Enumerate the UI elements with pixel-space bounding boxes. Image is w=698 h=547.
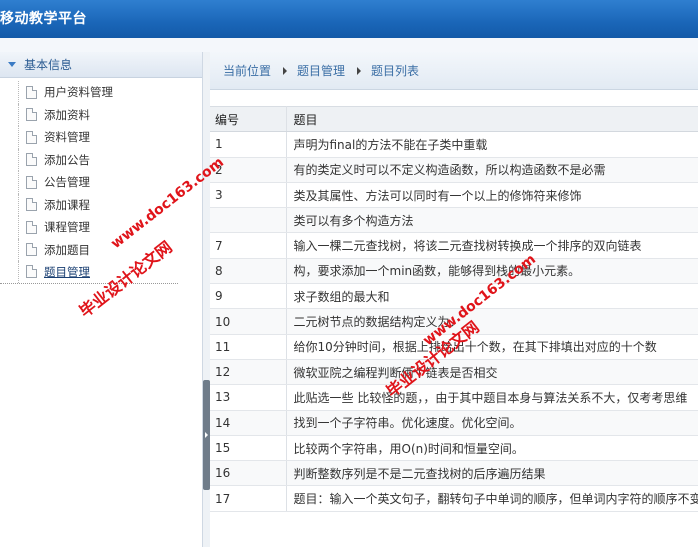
table-row[interactable]: 13 此贴选一些 比较怪的题，，由于其中题目本身与算法关系不大，仅考考思维 bbox=[210, 384, 698, 411]
table-row[interactable]: 16 判断整数序列是不是二元查找树的后序遍历结果 bbox=[210, 460, 698, 487]
cell-number: 3 bbox=[210, 182, 287, 209]
main-content: 当前位置 题目管理 题目列表 编号 题目 1 声明为final的方法不能在子类中重… bbox=[210, 52, 698, 547]
table-row[interactable]: 15 比较两个字符串，用O(n)时间和恒量空间。 bbox=[210, 435, 698, 462]
cell-number: 13 bbox=[210, 384, 287, 411]
cell-question: 构，要求添加一个min函数，能够得到栈的最小元素。 bbox=[286, 258, 698, 285]
table-row[interactable]: 3 类及其属性、方法可以同时有一个以上的修饰符来修饰 bbox=[210, 182, 698, 209]
cell-number bbox=[210, 207, 287, 234]
sidebar-item-label: 添加课程 bbox=[44, 197, 90, 212]
table-row[interactable]: 14 找到一个子字符串。优化速度。优化空间。 bbox=[210, 410, 698, 436]
cell-number: 9 bbox=[210, 283, 287, 310]
breadcrumb-arrow-icon bbox=[283, 66, 288, 75]
sidebar-item-label: 题目管理 bbox=[44, 264, 90, 279]
cell-number: 11 bbox=[210, 334, 287, 360]
table-row[interactable]: 8 构，要求添加一个min函数，能够得到栈的最小元素。 bbox=[210, 258, 698, 285]
sidebar-item[interactable]: 公告管理 bbox=[18, 171, 202, 194]
document-icon bbox=[26, 265, 37, 279]
sidebar-item[interactable]: 添加公告 bbox=[18, 148, 202, 172]
table-header-row: 编号 题目 bbox=[210, 105, 698, 133]
collapse-arrow-icon[interactable] bbox=[205, 432, 208, 438]
table-row[interactable]: 2 有的类定义时可以不定义构造函数，所以构造函数不是必需 bbox=[210, 157, 698, 183]
app-title: 移动教学平台 bbox=[0, 11, 87, 27]
cell-question: 求子数组的最大和 bbox=[286, 283, 698, 310]
table-row[interactable]: 1 声明为final的方法不能在子类中重载 bbox=[210, 131, 698, 158]
cell-number: 7 bbox=[210, 232, 287, 259]
sidebar-item-label: 添加题目 bbox=[44, 242, 90, 257]
cell-number: 12 bbox=[210, 359, 287, 386]
cell-question: 微软亚院之编程判断俩个链表是否相交 bbox=[286, 359, 698, 386]
cell-question: 类及其属性、方法可以同时有一个以上的修饰符来修饰 bbox=[286, 182, 698, 209]
cell-question: 输入一棵二元查找树，将该二元查找树转换成一个排序的双向链表 bbox=[286, 232, 698, 259]
column-header-number[interactable]: 编号 bbox=[210, 105, 287, 133]
cell-question: 给你10分钟时间，根据上排给出十个数，在其下排填出对应的十个数 bbox=[286, 334, 698, 360]
document-icon bbox=[26, 85, 37, 99]
document-icon bbox=[26, 220, 37, 234]
triangle-down-icon bbox=[8, 62, 16, 67]
table-row[interactable]: 11 给你10分钟时间，根据上排给出十个数，在其下排填出对应的十个数 bbox=[210, 334, 698, 360]
cell-question: 题目：输入一个英文句子，翻转句子中单词的顺序，但单词内字符的顺序不变 bbox=[286, 485, 698, 512]
table-row[interactable]: 10 二元树节点的数据结构定义为： bbox=[210, 308, 698, 335]
sidebar: 基本信息 用户资料管理 添加资料资料管理添加公告公告管理添加课程课程管理添加题目题… bbox=[0, 52, 203, 547]
top-spacer bbox=[0, 38, 698, 52]
document-icon bbox=[26, 108, 37, 122]
sidebar-item-label: 添加资料 bbox=[44, 107, 90, 122]
cell-number: 14 bbox=[210, 410, 287, 436]
sidebar-item[interactable]: 添加资料 bbox=[18, 103, 202, 127]
cell-number: 16 bbox=[210, 460, 287, 487]
top-bar: 移动教学平台 bbox=[0, 0, 698, 38]
sidebar-section-header[interactable]: 基本信息 bbox=[0, 52, 202, 78]
document-icon bbox=[26, 175, 37, 189]
sidebar-item-label: 资料管理 bbox=[44, 130, 90, 145]
sidebar-item[interactable]: 添加课程 bbox=[18, 193, 202, 217]
cell-question: 声明为final的方法不能在子类中重载 bbox=[286, 131, 698, 158]
column-header-question[interactable]: 题目 bbox=[286, 105, 698, 133]
cell-number: 1 bbox=[210, 131, 287, 158]
table-row[interactable]: 9 求子数组的最大和 bbox=[210, 283, 698, 310]
cell-number: 17 bbox=[210, 485, 287, 512]
sidebar-item[interactable]: 课程管理 bbox=[18, 216, 202, 239]
sidebar-section-label: 基本信息 bbox=[24, 58, 73, 72]
cell-number: 8 bbox=[210, 258, 287, 285]
sidebar-item[interactable]: 题目管理 bbox=[0, 261, 178, 284]
breadcrumb-question-list[interactable]: 题目列表 bbox=[371, 62, 419, 79]
sidebar-item[interactable]: 用户资料管理 bbox=[18, 81, 202, 104]
sidebar-menu: 用户资料管理 添加资料资料管理添加公告公告管理添加课程课程管理添加题目题目管理 bbox=[0, 78, 202, 284]
document-icon bbox=[26, 198, 37, 212]
cell-question: 二元树节点的数据结构定义为： bbox=[286, 308, 698, 335]
table-row[interactable]: 12 微软亚院之编程判断俩个链表是否相交 bbox=[210, 359, 698, 386]
table-row[interactable]: 17 题目：输入一个英文句子，翻转句子中单词的顺序，但单词内字符的顺序不变 bbox=[210, 485, 698, 512]
cell-question: 类可以有多个构造方法 bbox=[286, 207, 698, 234]
question-table: 编号 题目 1 声明为final的方法不能在子类中重载 2 有的类定义时可以不定义构造… bbox=[210, 105, 698, 512]
sidebar-item-label: 用户资料管理 bbox=[44, 85, 113, 100]
breadcrumb-question-management[interactable]: 题目管理 bbox=[297, 62, 345, 79]
breadcrumb-current-location: 当前位置 bbox=[223, 64, 272, 78]
cell-question: 找到一个子字符串。优化速度。优化空间。 bbox=[286, 410, 698, 436]
table-row[interactable]: 类可以有多个构造方法 bbox=[210, 207, 698, 234]
sidebar-item-label: 课程管理 bbox=[44, 220, 90, 235]
sidebar-item[interactable]: 资料管理 bbox=[18, 126, 202, 149]
table-row[interactable]: 7 输入一棵二元查找树，将该二元查找树转换成一个排序的双向链表 bbox=[210, 232, 698, 259]
breadcrumb: 当前位置 题目管理 题目列表 bbox=[210, 52, 698, 90]
breadcrumb-arrow-icon bbox=[357, 66, 362, 75]
document-icon bbox=[26, 243, 37, 257]
sidebar-item-label: 公告管理 bbox=[44, 175, 90, 190]
cell-number: 15 bbox=[210, 435, 287, 462]
document-icon bbox=[26, 130, 37, 144]
cell-question: 判断整数序列是不是二元查找树的后序遍历结果 bbox=[286, 460, 698, 487]
cell-number: 10 bbox=[210, 308, 287, 335]
cell-question: 有的类定义时可以不定义构造函数，所以构造函数不是必需 bbox=[286, 157, 698, 183]
cell-question: 此贴选一些 比较怪的题，，由于其中题目本身与算法关系不大，仅考考思维 bbox=[286, 384, 698, 411]
cell-question: 比较两个字符串，用O(n)时间和恒量空间。 bbox=[286, 435, 698, 462]
sidebar-item-label: 添加公告 bbox=[44, 152, 90, 167]
sidebar-item[interactable]: 添加题目 bbox=[18, 238, 202, 262]
cell-number: 2 bbox=[210, 157, 287, 183]
document-icon bbox=[26, 153, 37, 167]
